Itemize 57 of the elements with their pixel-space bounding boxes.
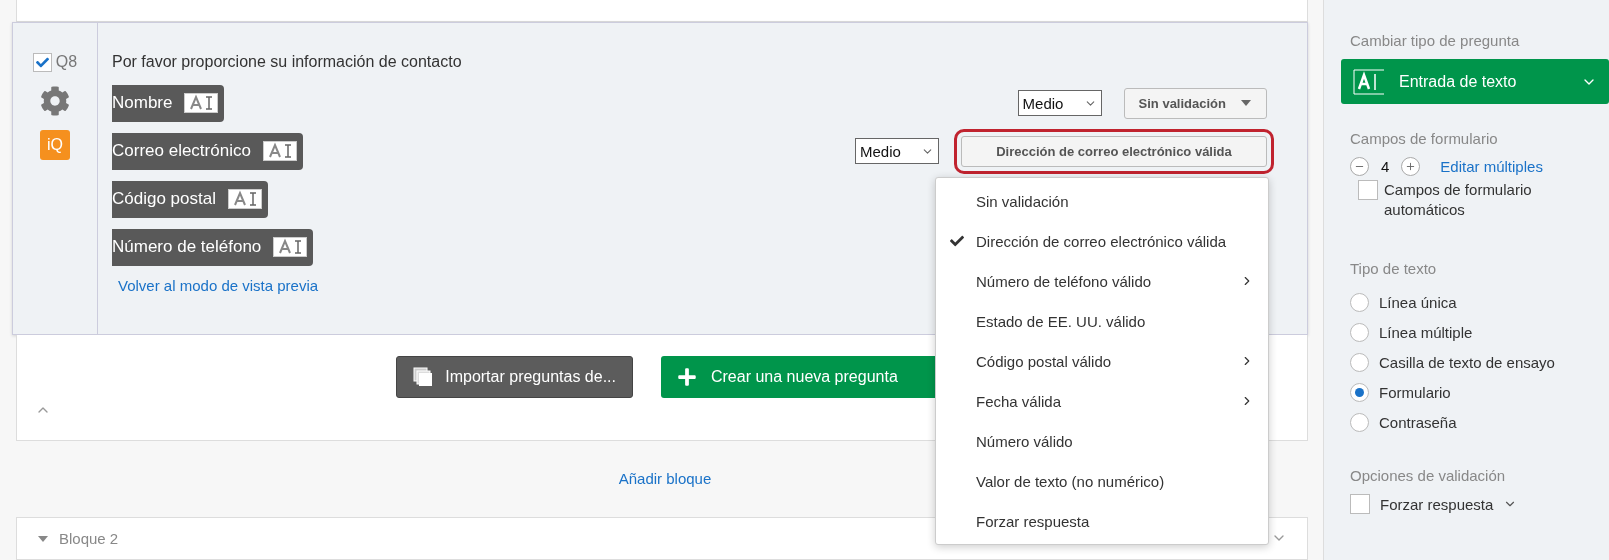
radio-label: Línea única [1379,293,1457,311]
add-block-link[interactable]: Añadir bloque [612,470,712,488]
settings-icon[interactable] [40,85,70,116]
radio-label: Casilla de texto de ensayo [1379,353,1555,371]
menu-item[interactable]: Valor de texto (no numérico) [936,461,1268,501]
import-button[interactable]: Importar preguntas de... [396,356,633,399]
plus-icon [1405,161,1417,172]
edit-multiple-link[interactable]: Editar múltiples [1440,158,1543,175]
question-number: Q8 [55,53,78,72]
menu-item[interactable]: Número de teléfono válido [936,261,1268,301]
radio-label: Línea múltiple [1379,323,1473,341]
field-count: 4 [1381,158,1390,175]
radio-button[interactable] [1350,352,1369,372]
text-entry-icon [184,93,219,114]
menu-item[interactable]: Número válido [936,421,1268,461]
text-entry-icon [227,189,262,210]
menu-item[interactable]: Estado de EE. UU. válido [936,301,1268,341]
text-entry-icon [262,141,297,162]
menu-item[interactable]: Dirección de correo electrónico válida [936,221,1268,261]
menu-item[interactable]: Sin validación [936,181,1268,221]
validation-button[interactable]: Sin validación [1123,87,1267,119]
field-label[interactable]: Nombre [112,84,225,122]
menu-item[interactable]: Forzar respuesta [936,501,1268,541]
checkbox[interactable] [1358,180,1378,200]
radio-button[interactable] [1350,382,1369,402]
checkbox[interactable] [1350,494,1370,514]
radio-label: Formulario [1379,383,1451,401]
section-title: Cambiar tipo de pregunta [1350,32,1521,49]
caret-icon [1240,99,1252,108]
radio-button[interactable] [1350,412,1369,432]
text-entry-icon [1353,68,1385,95]
decrement-button[interactable] [1350,157,1369,176]
section-title: Campos de formulario [1350,130,1499,147]
question-type-dropdown[interactable]: Entrada de texto [1341,59,1609,104]
section-title: Tipo de texto [1350,260,1438,277]
increment-button[interactable] [1401,157,1421,176]
field-label[interactable]: Número de teléfono [112,228,314,266]
size-select[interactable]: Medio [1017,90,1102,117]
field-label[interactable]: Código postal [112,180,268,218]
section-title: Opciones de validación [1350,467,1507,484]
question-text: Por favor proporcione su información de contacto [112,52,463,71]
radio-button[interactable] [1350,322,1369,342]
checkbox-label: Campos de formulario automáticos [1384,180,1533,220]
block-title: Bloque 2 [59,530,119,547]
size-select[interactable]: Medio [855,138,939,165]
checkbox-label: Forzar respuesta [1380,495,1494,513]
radio-button[interactable] [1350,292,1369,312]
plus-icon [677,367,697,388]
field-label[interactable]: Correo electrónico [112,132,303,170]
radio-label: Contraseña [1379,413,1457,431]
menu-item[interactable]: Fecha válida [936,381,1268,421]
preview-link[interactable]: Volver al modo de vista previa [112,276,319,294]
menu-item[interactable]: Código postal válido [936,341,1268,381]
triangle-down-icon[interactable] [37,534,49,543]
text-entry-icon [273,237,308,258]
copy-icon [413,367,434,388]
checkbox[interactable] [32,52,52,72]
